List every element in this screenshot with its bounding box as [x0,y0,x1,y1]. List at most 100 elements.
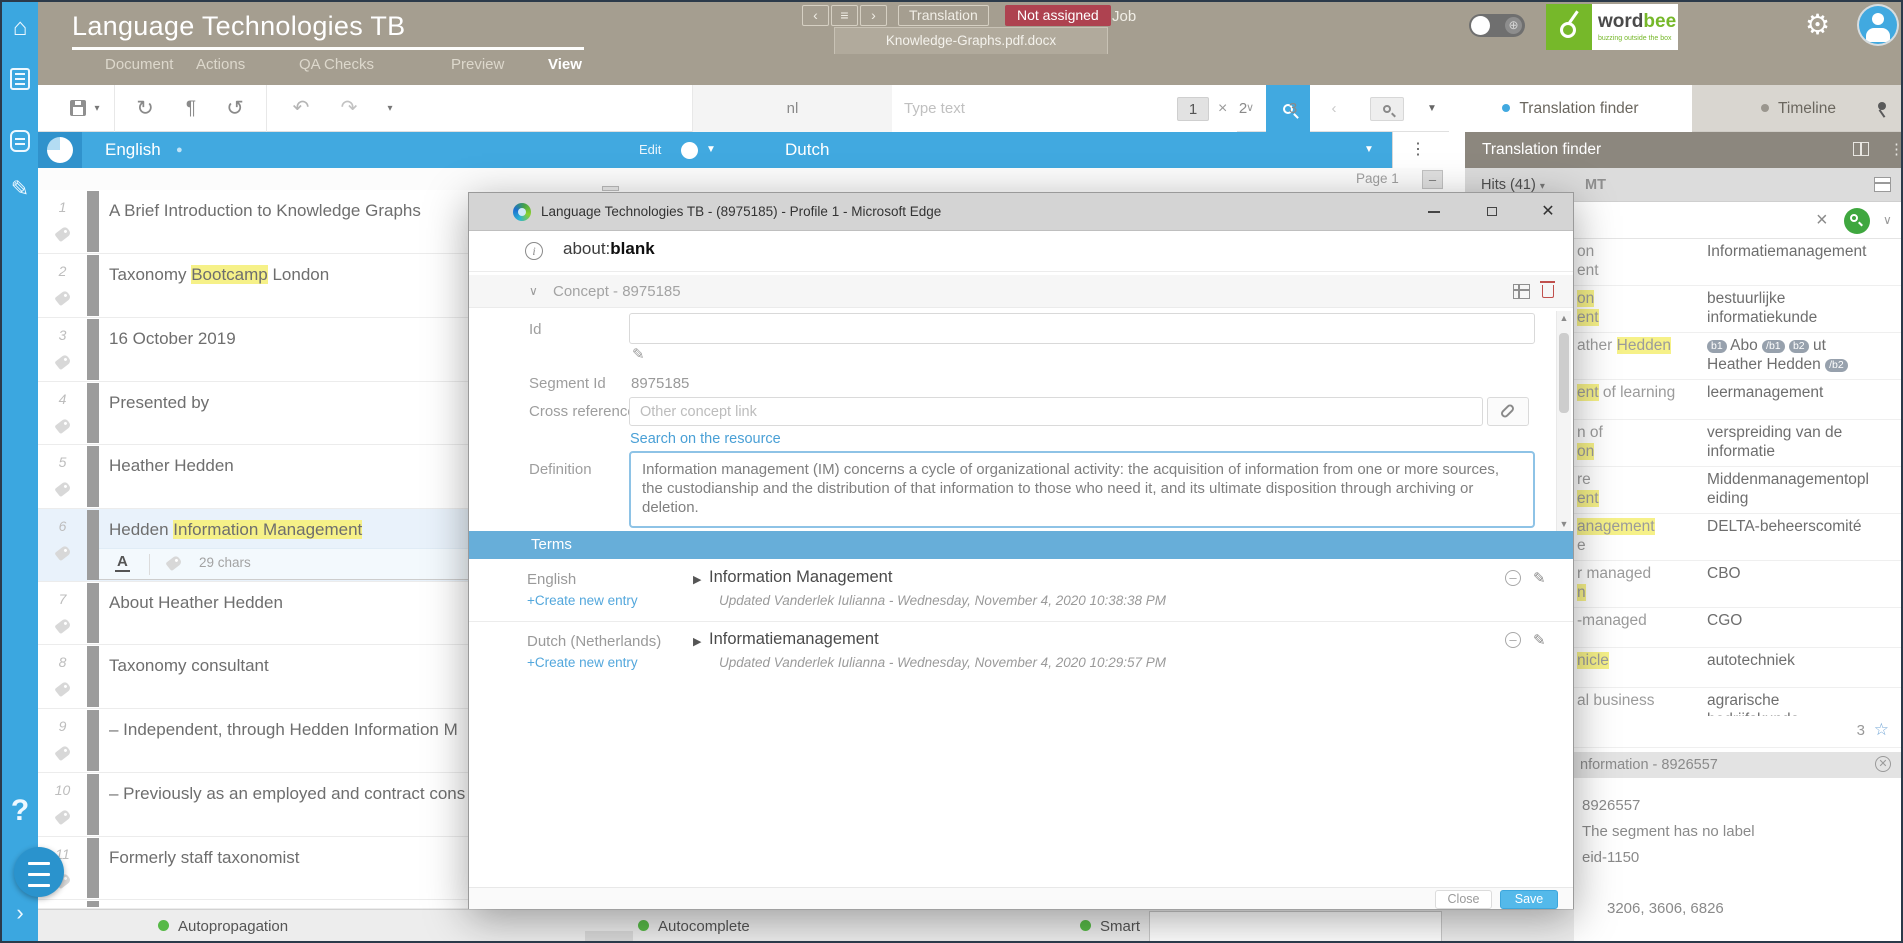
tab-timeline[interactable]: Timeline [1692,85,1903,132]
maximize-button[interactable] [1479,193,1505,231]
undo-icon[interactable]: ↶ [286,85,316,132]
pin-icon[interactable] [1878,102,1886,110]
prev-segment-button[interactable]: ‹ [802,5,829,26]
edit-term-icon[interactable]: ✎ [1533,631,1546,649]
search-resource-link[interactable]: Search on the resource [630,431,781,447]
page-button-2[interactable]: 2 [1227,97,1259,121]
close-window-button[interactable]: ✕ [1535,193,1561,231]
link-button[interactable] [1487,397,1529,426]
translation-hit-row[interactable]: onentInformatiemanagement [1574,239,1903,286]
redo-icon[interactable]: ↷ [334,85,364,132]
segment-list-button[interactable]: ≡ [831,5,858,26]
page-button-1[interactable]: 1 [1177,97,1209,121]
language-toggle[interactable]: ⊕ [1469,14,1525,37]
page-search-button[interactable] [1370,97,1404,121]
finder-search-button[interactable] [1844,208,1870,234]
home-icon[interactable]: ⌂ [2,14,38,42]
term-name[interactable]: Information Management [709,568,892,587]
page-button-3[interactable]: 3 [1277,97,1309,121]
next-segment-button[interactable]: › [860,5,887,26]
help-icon[interactable]: ? [2,794,38,828]
tag-icon[interactable] [54,481,71,497]
popup-scrollbar[interactable]: ▲ ▼ [1556,311,1571,531]
tag-icon[interactable] [54,545,71,561]
tag-icon[interactable] [54,354,71,370]
collapse-button[interactable]: – [1422,170,1443,189]
popup-title-bar[interactable]: Language Technologies TB - (8975185) - P… [469,193,1573,231]
list-panel-icon[interactable] [10,68,30,90]
translation-hit-row[interactable]: n ofonverspreiding van deinformatie [1574,420,1903,467]
document-tab[interactable]: Knowledge-Graphs.pdf.docx [834,27,1108,54]
save-icon[interactable] [70,100,86,116]
tag-icon[interactable] [54,290,71,306]
definition-textarea[interactable]: Information management (IM) concerns a c… [629,451,1535,528]
history-caret-icon[interactable]: ▾ [380,85,400,132]
translation-hit-row[interactable]: nicleautotechniek [1574,648,1903,688]
save-caret-icon[interactable]: ▾ [90,85,104,132]
star-icon[interactable]: ☆ [1874,720,1889,740]
scrollbar-thumb[interactable] [1559,333,1569,413]
close-button[interactable]: Close [1435,890,1492,909]
translation-hit-row[interactable]: anagementeDELTA-beheerscomité [1574,514,1903,561]
translation-hit-row[interactable]: reentMiddenmanagementopleiding [1574,467,1903,514]
progress-pie-block[interactable] [38,132,82,168]
term-name[interactable]: Informatiemanagement [709,630,879,649]
translation-hit-row[interactable]: al businessagrarischebedrijfskunde [1574,688,1903,716]
save-button[interactable]: Save [1500,890,1558,909]
split-view-icon[interactable] [1853,142,1869,156]
tag-icon[interactable] [54,418,71,434]
status-autocomplete[interactable]: Autocomplete [638,918,750,935]
tag-icon[interactable] [54,809,71,825]
avatar[interactable] [1857,4,1899,46]
cross-reference-input[interactable] [629,397,1483,426]
refresh-search-icon[interactable]: ↺ [220,85,250,132]
remove-term-icon[interactable]: – [1505,632,1521,648]
drag-handle[interactable] [602,186,619,191]
panel-menu-icon[interactable]: ⋮ [1889,132,1903,168]
translation-button[interactable]: Translation [898,5,989,26]
table-view-icon[interactable] [1874,177,1891,192]
create-entry-link[interactable]: +Create new entry [527,593,638,608]
delete-concept-icon[interactable] [1542,285,1554,298]
translation-hit-row[interactable]: ather Heddenb1 Abo /b1 b2 utHeather Hedd… [1574,333,1903,380]
menu-fab-button[interactable] [14,847,64,897]
menu-item-view[interactable]: View [548,56,582,73]
hit-rating-row[interactable]: 3 ☆ [1574,716,1903,748]
menu-item-preview[interactable]: Preview [451,56,504,73]
search-language-badge[interactable]: nl [692,85,892,132]
page-caret-icon[interactable]: ▼ [1420,85,1444,132]
info-icon[interactable]: i [525,242,543,260]
gear-icon[interactable]: ⚙ [1805,8,1830,41]
tag-icon[interactable] [54,745,71,761]
translation-hit-row[interactable]: r managednCBO [1574,561,1903,608]
scroll-down-icon[interactable]: ▼ [1557,519,1571,529]
edit-caret-icon[interactable]: ▼ [706,132,716,168]
minimize-button[interactable] [1421,193,1447,231]
edit-term-icon[interactable]: ✎ [1533,569,1546,587]
tag-icon[interactable] [54,681,71,697]
collapse-chevron-icon[interactable]: ∨ [529,275,538,308]
tag-icon[interactable] [54,226,71,242]
finder-clear-icon[interactable]: × [1816,202,1828,239]
job-label[interactable]: Job [1112,8,1136,25]
grid-view-icon[interactable] [1513,284,1530,299]
edit-toggle[interactable] [681,142,698,159]
menu-item-actions[interactable]: Actions [196,56,245,73]
tag-icon[interactable] [54,618,71,634]
pencil-icon[interactable]: ✎ [2,176,38,202]
status-smart[interactable]: Smart [1080,918,1140,935]
translation-hit-row[interactable]: -managedCGO [1574,608,1903,648]
id-input[interactable] [629,313,1535,344]
tag-icon[interactable] [165,555,182,571]
format-icon[interactable]: A [115,553,130,572]
target-caret-icon[interactable]: ▼ [1364,132,1374,168]
menu-item-document[interactable]: Document [105,56,173,73]
scroll-up-icon[interactable]: ▲ [1557,313,1571,323]
pilcrow-icon[interactable]: ¶ [176,85,206,132]
tab-translation-finder[interactable]: Translation finder [1449,85,1692,132]
translation-hit-row[interactable]: ent of learningleermanagement [1574,380,1903,420]
translation-hit-row[interactable]: onentbestuurlijkeinformatiekunde [1574,286,1903,333]
refresh-icon[interactable]: ↻ [130,85,160,132]
clear-search-icon[interactable]: × [1218,85,1227,132]
expand-triangle-icon[interactable]: ▶ [693,573,701,586]
